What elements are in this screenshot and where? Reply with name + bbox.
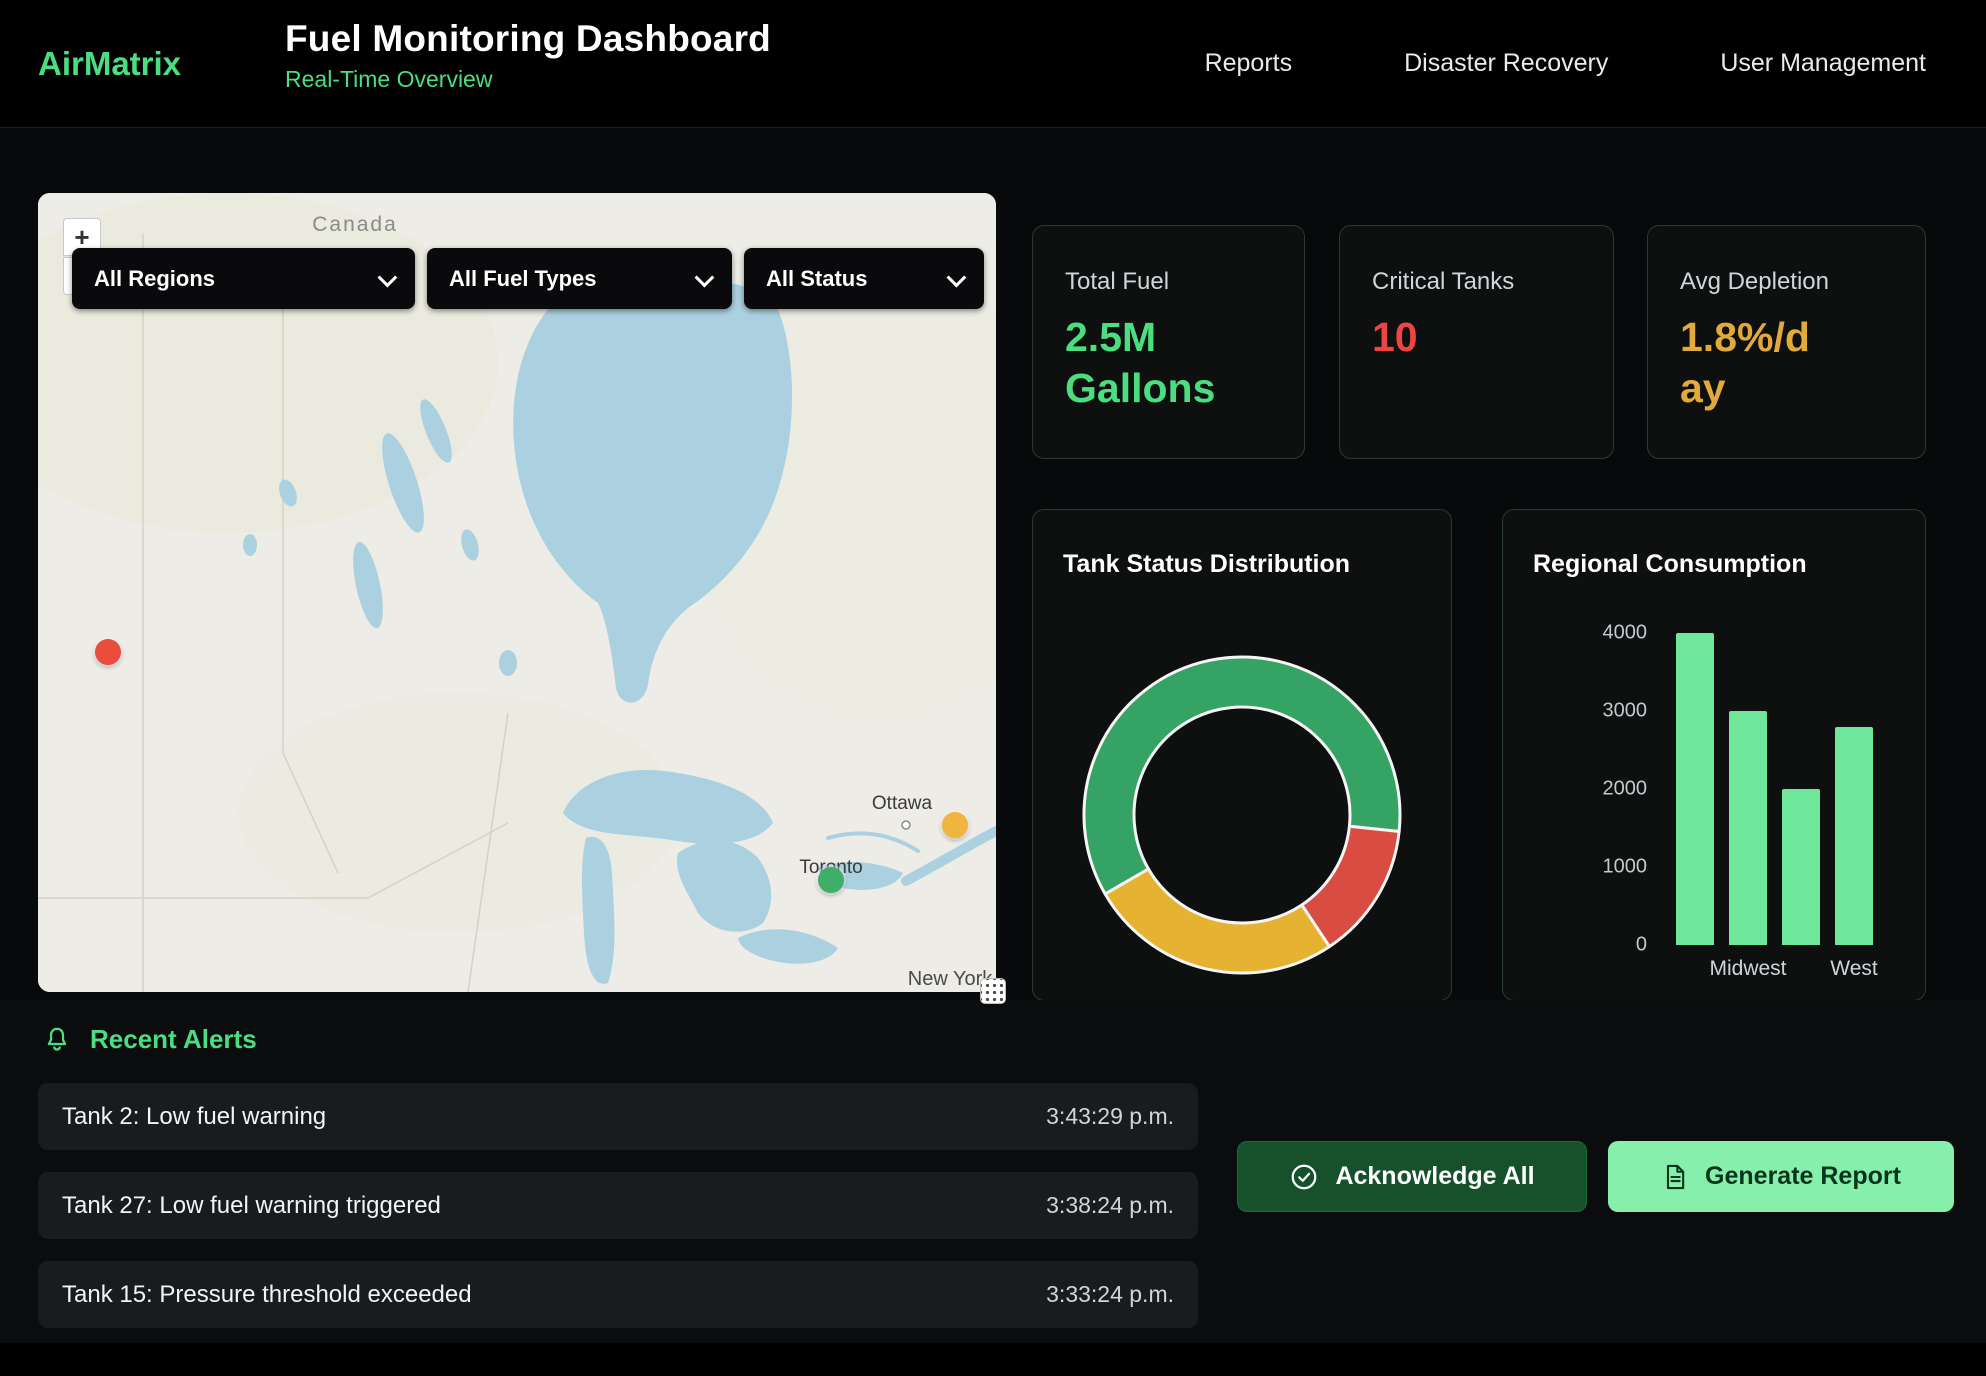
alerts-title: Recent Alerts <box>90 1024 257 1055</box>
alert-message: Tank 15: Pressure threshold exceeded <box>38 1281 472 1309</box>
stat-value: 1.8%/day <box>1680 312 1812 415</box>
alert-message: Tank 2: Low fuel warning <box>38 1103 326 1131</box>
fuel-dashboard: AirMatrix Fuel Monitoring Dashboard Real… <box>0 0 1986 1376</box>
alert-time: 3:38:24 p.m. <box>1046 1192 1198 1219</box>
x-tick-label <box>1782 957 1820 981</box>
bar-yaxis: 01000200030004000 <box>1503 633 1647 945</box>
recent-alerts-section: Recent Alerts Tank 2: Low fuel warning 3… <box>0 1000 1986 1343</box>
tank-status-panel: Tank Status Distribution <box>1032 509 1452 1001</box>
brand-logo: AirMatrix <box>38 0 181 127</box>
nav-reports[interactable]: Reports <box>1205 49 1293 78</box>
x-tick-label: Midwest <box>1729 957 1767 981</box>
x-tick-label: West <box>1835 957 1873 981</box>
title-block: Fuel Monitoring Dashboard Real-Time Over… <box>285 18 771 93</box>
drag-handle-icon[interactable] <box>980 978 1006 1004</box>
donut-chart <box>1033 510 1453 1002</box>
bar-xaxis: Midwest West <box>1676 957 1886 981</box>
region-filter-label: All Regions <box>94 266 215 292</box>
tank-marker[interactable] <box>942 812 968 838</box>
ottawa-town-dot <box>902 821 910 829</box>
alerts-heading: Recent Alerts <box>42 1024 257 1055</box>
map-canvas: Canada Ottawa Toronto New York <box>38 193 996 992</box>
acknowledge-all-label: Acknowledge All <box>1335 1162 1534 1191</box>
acknowledge-all-button[interactable]: Acknowledge All <box>1237 1141 1587 1212</box>
regional-consumption-panel: Regional Consumption 0 1000 2000 3000 4000 M… <box>1502 509 1926 1001</box>
document-icon <box>1661 1163 1689 1191</box>
nav-disaster-recovery[interactable]: Disaster Recovery <box>1404 49 1608 78</box>
fuel-type-filter-dropdown[interactable]: All Fuel Types <box>427 248 732 309</box>
stat-card-total-fuel: Total Fuel 2.5M Gallons <box>1032 225 1305 459</box>
nav-user-management[interactable]: User Management <box>1720 49 1926 78</box>
tank-marker[interactable] <box>95 639 121 665</box>
fuel-type-filter-label: All Fuel Types <box>449 266 597 292</box>
stat-label: Avg Depletion <box>1680 268 1893 296</box>
y-tick-label: 4000 <box>1603 622 1648 645</box>
bell-icon <box>42 1025 72 1055</box>
status-filter-dropdown[interactable]: All Status <box>744 248 984 309</box>
map-label-canada: Canada <box>312 213 398 236</box>
stat-label: Critical Tanks <box>1372 268 1581 296</box>
map-panel: Canada Ottawa Toronto New York + − All R… <box>38 193 996 992</box>
alert-time: 3:43:29 p.m. <box>1046 1103 1198 1130</box>
region-filter-dropdown[interactable]: All Regions <box>72 248 415 309</box>
bar <box>1782 789 1820 945</box>
tank-marker[interactable] <box>818 867 844 893</box>
generate-report-button[interactable]: Generate Report <box>1608 1141 1954 1212</box>
header: AirMatrix Fuel Monitoring Dashboard Real… <box>0 0 1986 128</box>
generate-report-label: Generate Report <box>1705 1162 1901 1191</box>
check-circle-icon <box>1289 1162 1319 1192</box>
alert-time: 3:33:24 p.m. <box>1046 1281 1198 1308</box>
y-tick-label: 3000 <box>1603 700 1648 723</box>
alert-row[interactable]: Tank 27: Low fuel warning triggered 3:38… <box>38 1172 1198 1239</box>
stat-value: 2.5M Gallons <box>1065 312 1240 415</box>
main-nav: Reports Disaster Recovery User Managemen… <box>1205 0 1926 127</box>
donut-segment <box>1105 869 1329 973</box>
stat-card-critical-tanks: Critical Tanks 10 <box>1339 225 1614 459</box>
y-tick-label: 2000 <box>1603 778 1648 801</box>
alert-row[interactable]: Tank 15: Pressure threshold exceeded 3:3… <box>38 1261 1198 1328</box>
y-tick-label: 0 <box>1636 934 1647 957</box>
chevron-down-icon <box>378 267 398 287</box>
bar <box>1676 633 1714 945</box>
map-label-ottawa: Ottawa <box>872 793 933 814</box>
stat-label: Total Fuel <box>1065 268 1272 296</box>
page-title: Fuel Monitoring Dashboard <box>285 18 771 60</box>
bar <box>1835 727 1873 945</box>
chevron-down-icon <box>695 267 715 287</box>
bottom-strip <box>0 1343 1986 1376</box>
stat-value: 10 <box>1372 312 1547 363</box>
bar-plot <box>1676 633 1886 945</box>
stat-card-avg-depletion: Avg Depletion 1.8%/day <box>1647 225 1926 459</box>
alert-message: Tank 27: Low fuel warning triggered <box>38 1192 441 1220</box>
page-subtitle: Real-Time Overview <box>285 66 771 93</box>
bar-chart-title: Regional Consumption <box>1533 550 1807 579</box>
alert-row[interactable]: Tank 2: Low fuel warning 3:43:29 p.m. <box>38 1083 1198 1150</box>
bar <box>1729 711 1767 945</box>
status-filter-label: All Status <box>766 266 867 292</box>
map-filters: All Regions All Fuel Types All Status <box>72 248 984 309</box>
x-tick-label <box>1676 957 1714 981</box>
y-tick-label: 1000 <box>1603 856 1648 879</box>
chevron-down-icon <box>947 267 967 287</box>
map[interactable]: Canada Ottawa Toronto New York + − All R… <box>38 193 996 992</box>
